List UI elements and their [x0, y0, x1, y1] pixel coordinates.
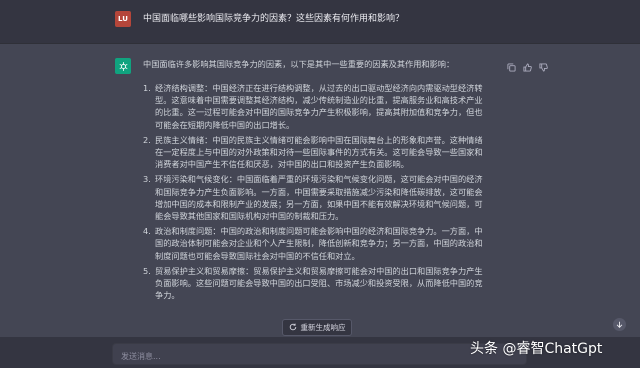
list-item-text: 民族主义情绪：中国的民族主义情绪可能会影响中国在国际舞台上的形象和声誉。这种情绪…	[155, 134, 483, 170]
regenerate-button[interactable]: 重新生成响应	[282, 319, 352, 336]
assistant-message-row: 中国面临许多影响其国际竞争力的因素，以下是其中一些重要的因素及其作用和影响： 1…	[0, 44, 640, 334]
regenerate-label: 重新生成响应	[300, 323, 346, 332]
list-item: 4. 政治和制度问题：中国的政治和制度问题可能会影响中国的经济和国际竞争力。一方…	[143, 225, 488, 262]
refresh-icon	[289, 323, 297, 333]
list-item-text: 环境污染和气候变化：中国面临着严重的环境污染和气候变化问题，这可能会对中国的经济…	[155, 174, 483, 222]
list-item-number: 5.	[143, 265, 151, 276]
scroll-down-button[interactable]	[613, 318, 626, 331]
list-item-number: 2.	[143, 134, 151, 145]
chatgpt-logo-icon	[115, 58, 131, 74]
list-item-number: 1.	[143, 83, 151, 93]
list-item: 3. 环境污染和气候变化：中国面临着严重的环境污染和气候变化问题，这可能会对中国…	[143, 173, 488, 222]
list-item: 1. 经济结构调整：中国经济正在进行结构调整，从过去的出口驱动型经济向内需驱动型…	[143, 82, 488, 131]
user-message-row: LU 中国面临哪些影响国际竞争力的因素？这些因素有何作用和影响？	[0, 0, 640, 44]
list-item-text: 政治和制度问题：中国的政治和制度问题可能会影响中国的经济和国际竞争力。一方面，中…	[155, 226, 483, 261]
thumbs-down-icon[interactable]	[539, 57, 548, 72]
list-item-number: 4.	[143, 226, 151, 237]
list-item: 2. 民族主义情绪：中国的民族主义情绪可能会影响中国在国际舞台上的形象和声誉。这…	[143, 134, 488, 171]
list-item-text: 贸易保护主义和贸易摩擦：贸易保护主义和贸易摩擦可能会对中国的出口和国际竞争力产生…	[155, 265, 483, 301]
list-item-text: 经济结构调整：中国经济正在进行结构调整，从过去的出口驱动型经济向内需驱动型经济转…	[155, 83, 483, 130]
thumbs-up-icon[interactable]	[523, 57, 532, 72]
list-item: 5. 贸易保护主义和贸易摩擦：贸易保护主义和贸易摩擦可能会对中国的出口和国际竞争…	[143, 265, 488, 302]
user-message-text: 中国面临哪些影响国际竞争力的因素？这些因素有何作用和影响？	[143, 14, 405, 24]
user-avatar: LU	[115, 11, 131, 27]
answer-list: 1. 经济结构调整：中国经济正在进行结构调整，从过去的出口驱动型经济向内需驱动型…	[143, 82, 488, 304]
message-input[interactable]	[113, 346, 526, 367]
message-input-box	[112, 343, 527, 367]
list-item-number: 3.	[143, 174, 151, 185]
arrow-down-icon	[616, 321, 623, 328]
assistant-intro-text: 中国面临许多影响其国际竞争力的因素，以下是其中一些重要的因素及其作用和影响：	[143, 59, 455, 69]
message-actions	[507, 57, 548, 72]
watermark: 头条 @睿智ChatGpt	[470, 341, 603, 357]
